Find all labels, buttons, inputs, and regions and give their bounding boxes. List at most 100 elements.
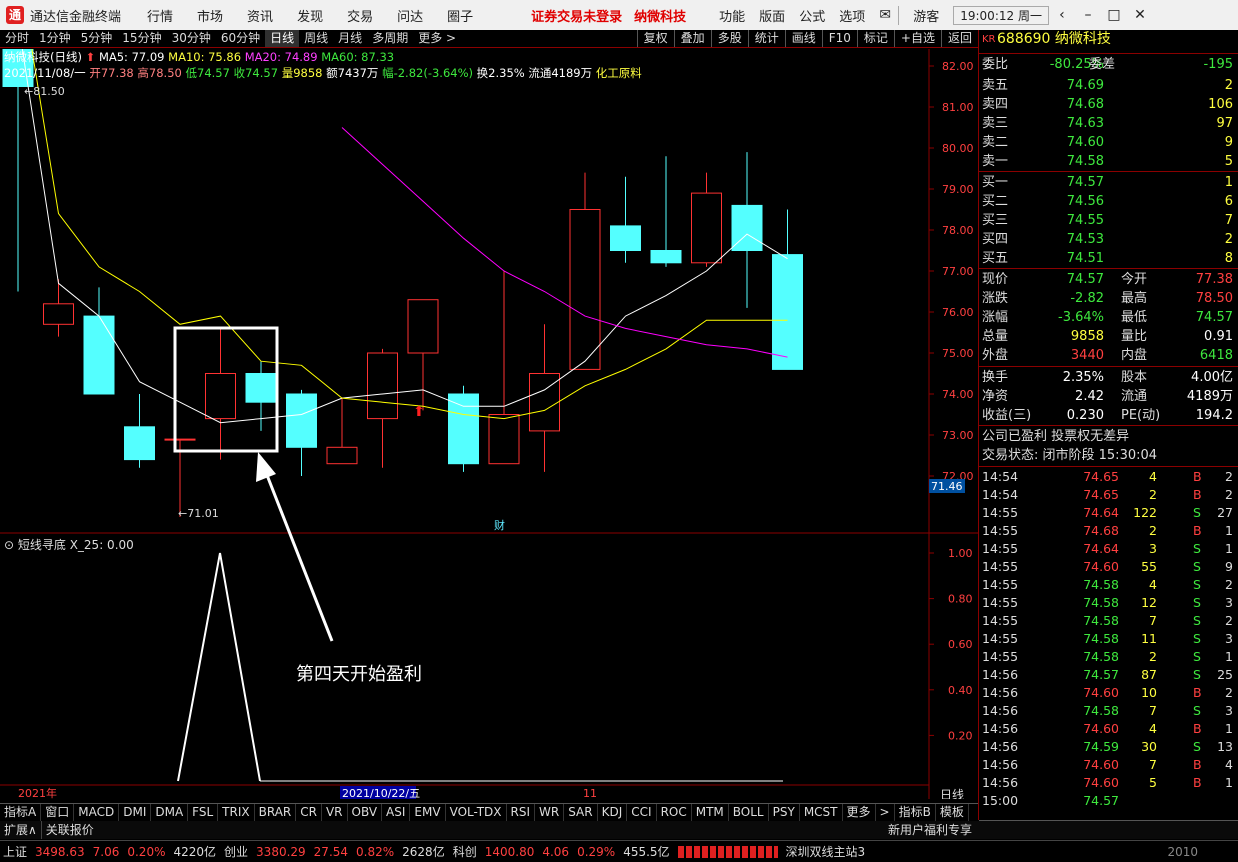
related-quote-tab[interactable]: 关联报价 (40, 821, 98, 839)
menu-discover[interactable]: 发现 (285, 6, 335, 25)
period-tab[interactable]: 月线 (333, 30, 367, 47)
toolbar-button[interactable]: F10 (821, 30, 857, 47)
indicator-tab[interactable]: WR (535, 804, 565, 821)
fund-row[interactable]: 换手 2.35% 股本 4.00亿 (979, 368, 1238, 387)
period-tab[interactable]: 分时 (0, 30, 34, 47)
indicator-tab[interactable]: MTM (692, 804, 729, 821)
menu-options[interactable]: 选项 (832, 6, 872, 25)
menu-formula[interactable]: 公式 (792, 6, 832, 25)
period-tab[interactable]: 15分钟 (117, 30, 166, 47)
bid-row[interactable]: 买五 74.51 8 (979, 249, 1238, 268)
indicator-tab[interactable]: 模板 (936, 804, 969, 821)
period-tab-active[interactable]: 日线 (265, 30, 300, 47)
indicator-tab[interactable]: 指标A (0, 804, 42, 821)
fund-row[interactable]: 收益(三) 0.230 PE(动) 194.2 (979, 406, 1238, 425)
bid-row[interactable]: 买三 74.55 7 (979, 211, 1238, 230)
indicator-label[interactable]: ⊙ 短线寻底 X_25: 0.00 (4, 536, 134, 553)
ind-y-tick-label: 0.40 (948, 684, 973, 697)
stat-row[interactable]: 外盘 3440 内盘 6418 (979, 346, 1238, 365)
toolbar-button[interactable]: 返回 (940, 30, 978, 47)
bid-row[interactable]: 买二 74.56 6 (979, 192, 1238, 211)
indicator-tab[interactable]: > (876, 804, 895, 821)
stock-header[interactable]: KR 688690 纳微科技 (979, 30, 1238, 49)
stat-row[interactable]: 涨幅 -3.64% 最低 74.57 (979, 308, 1238, 327)
menu-info[interactable]: 资讯 (235, 6, 285, 25)
menu-ask[interactable]: 问达 (385, 6, 435, 25)
trade-state-row[interactable]: 交易状态: 闭市阶段 15:30:04 (979, 446, 1238, 465)
indicator-tab[interactable]: BRAR (255, 804, 297, 821)
server-label[interactable]: 深圳双线主站3 (786, 843, 866, 860)
bid-row[interactable]: 买四 74.53 2 (979, 230, 1238, 249)
indicator-tab[interactable]: MCST (800, 804, 843, 821)
period-tab[interactable]: 1分钟 (34, 30, 76, 47)
indicator-tab[interactable]: 窗口 (41, 804, 75, 821)
maximize-icon[interactable]: □ (1101, 7, 1127, 23)
period-tab[interactable]: 周线 (299, 30, 333, 47)
fund-row[interactable]: 净资 2.42 流通 4189万 (979, 387, 1238, 406)
back-icon[interactable]: ‹ (1049, 7, 1075, 23)
toolbar-button[interactable]: 叠加 (673, 30, 711, 47)
indicator-tab[interactable]: KDJ (598, 804, 628, 821)
indicator-tab[interactable]: CCI (627, 804, 657, 821)
period-tab[interactable]: 60分钟 (216, 30, 265, 47)
ask-row[interactable]: 卖三 74.63 97 (979, 114, 1238, 133)
user-label[interactable]: 游客 (898, 5, 953, 25)
mail-icon[interactable]: ✉ (872, 7, 898, 23)
indicator-tab[interactable]: 更多 (843, 804, 876, 821)
ma-line-ma_yellow (31, 49, 788, 420)
toolbar-button[interactable]: 画线 (784, 30, 822, 47)
low-label: 低74.57 (185, 66, 230, 80)
menu-circle[interactable]: 圈子 (435, 6, 485, 25)
ask-row[interactable]: 卖四 74.68 106 (979, 95, 1238, 114)
clock: 19:00:12 周一 (953, 5, 1049, 25)
tick-row: 14:55 74.64 3 S 1 (982, 541, 1233, 556)
indicator-tab[interactable]: 指标B (895, 804, 936, 821)
menu-function[interactable]: 功能 (712, 6, 752, 25)
close-icon[interactable]: ✕ (1127, 7, 1153, 23)
period-more[interactable]: 更多 > (413, 30, 461, 47)
indicator-tab[interactable]: MACD (74, 804, 120, 821)
ask-row[interactable]: 卖五 74.69 2 (979, 76, 1238, 95)
ask-row[interactable]: 卖一 74.58 5 (979, 152, 1238, 171)
indicator-tab[interactable]: DMA (151, 804, 189, 821)
indicator-tab[interactable]: VOL-TDX (446, 804, 507, 821)
menu-quote[interactable]: 行情 (135, 6, 185, 25)
indicator-tab[interactable]: BOLL (729, 804, 769, 821)
profit-row[interactable]: 公司已盈利 投票权无差异 (979, 427, 1238, 446)
stat-row[interactable]: 现价 74.57 今开 77.38 (979, 270, 1238, 289)
stat-row[interactable]: 涨跌 -2.82 最高 78.50 (979, 289, 1238, 308)
indicator-tab[interactable]: EMV (410, 804, 446, 821)
expand-button[interactable]: 扩展∧ (0, 821, 41, 839)
toolbar-button[interactable]: +自选 (893, 30, 941, 47)
period-tab[interactable]: 多周期 (367, 30, 413, 47)
indicator-tab[interactable]: PSY (769, 804, 800, 821)
indicator-tab[interactable]: VR (322, 804, 348, 821)
toolbar-button[interactable]: 复权 (636, 30, 674, 47)
bid-row[interactable]: 买一 74.57 1 (979, 173, 1238, 192)
menu-market[interactable]: 市场 (185, 6, 235, 25)
indicator-tab[interactable]: ROC (657, 804, 692, 821)
ask-row[interactable]: 卖二 74.60 9 (979, 133, 1238, 152)
toolbar-button[interactable]: 标记 (856, 30, 894, 47)
menu-trade[interactable]: 交易 (335, 6, 385, 25)
indicator-tab[interactable]: ASI (382, 804, 411, 821)
kc-value: 1400.80 (484, 844, 535, 859)
indicator-tab[interactable]: OBV (348, 804, 383, 821)
period-tab[interactable]: 30分钟 (167, 30, 216, 47)
period-tab[interactable]: 5分钟 (76, 30, 118, 47)
toolbar-button[interactable]: 统计 (747, 30, 785, 47)
toolbar-button[interactable]: 多股 (710, 30, 748, 47)
login-warning[interactable]: 证券交易未登录 (525, 6, 628, 25)
indicator-tab[interactable]: SAR (564, 804, 598, 821)
kline-chart[interactable]: 82.00 81.00 80.00 79.00 78.00 77.00 76.00 75.00… (0, 49, 978, 799)
indicator-tab[interactable]: DMI (119, 804, 152, 821)
order-ratio-row[interactable]: 委比 -80.25% 委差 -195 (979, 55, 1238, 74)
indicator-tab[interactable]: CR (296, 804, 322, 821)
minimize-icon[interactable]: – (1075, 7, 1101, 23)
menu-layout[interactable]: 版面 (752, 6, 792, 25)
indicator-tab[interactable]: RSI (507, 804, 536, 821)
indicator-tab[interactable]: TRIX (218, 804, 255, 821)
promo-link[interactable]: 新用户福利专享 (884, 821, 976, 839)
stat-row[interactable]: 总量 9858 量比 0.91 (979, 327, 1238, 346)
indicator-tab[interactable]: FSL (188, 804, 219, 821)
